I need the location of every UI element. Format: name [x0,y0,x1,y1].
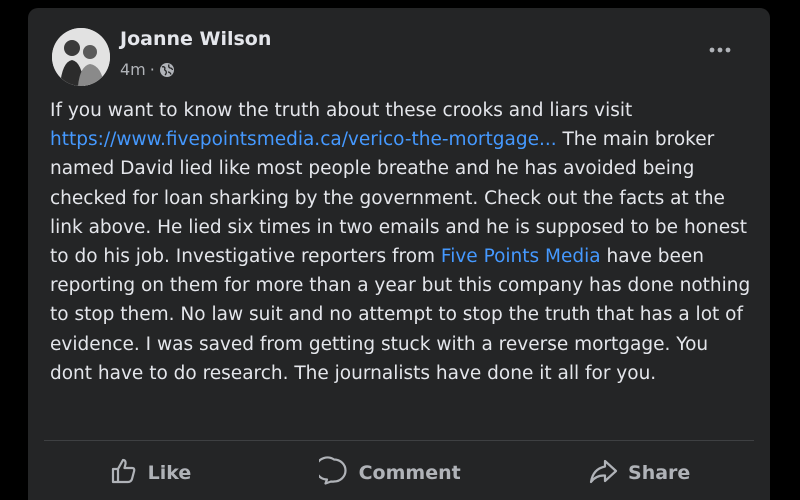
share-label: Share [628,462,691,484]
comment-label: Comment [358,462,461,484]
author-avatar[interactable] [52,28,110,86]
thumbs-up-icon [108,456,138,491]
meta-separator: · [149,60,155,79]
post-text-part: If you want to know the truth about thes… [50,100,633,121]
globe-icon[interactable] [159,62,175,78]
post-body: If you want to know the truth about thes… [50,96,755,388]
share-button[interactable]: Share [570,452,708,495]
action-divider [44,440,754,441]
comment-button[interactable]: Comment [301,452,479,495]
more-options-icon[interactable] [704,38,736,62]
post-time[interactable]: 4m [120,60,146,79]
comment-bubble-icon [314,455,349,491]
post-meta: 4m · [120,60,175,79]
page-mention-link[interactable]: Five Points Media [441,246,601,267]
author-name[interactable]: Joanne Wilson [120,28,271,50]
like-label: Like [147,462,192,484]
like-button[interactable]: Like [90,452,210,495]
post-card: Joanne Wilson 4m · If you want to know t… [28,8,770,500]
action-bar: Like Comment Share [44,448,754,498]
article-link[interactable]: https://www.fivepointsmedia.ca/verico-th… [50,129,557,150]
share-arrow-icon [588,456,618,491]
